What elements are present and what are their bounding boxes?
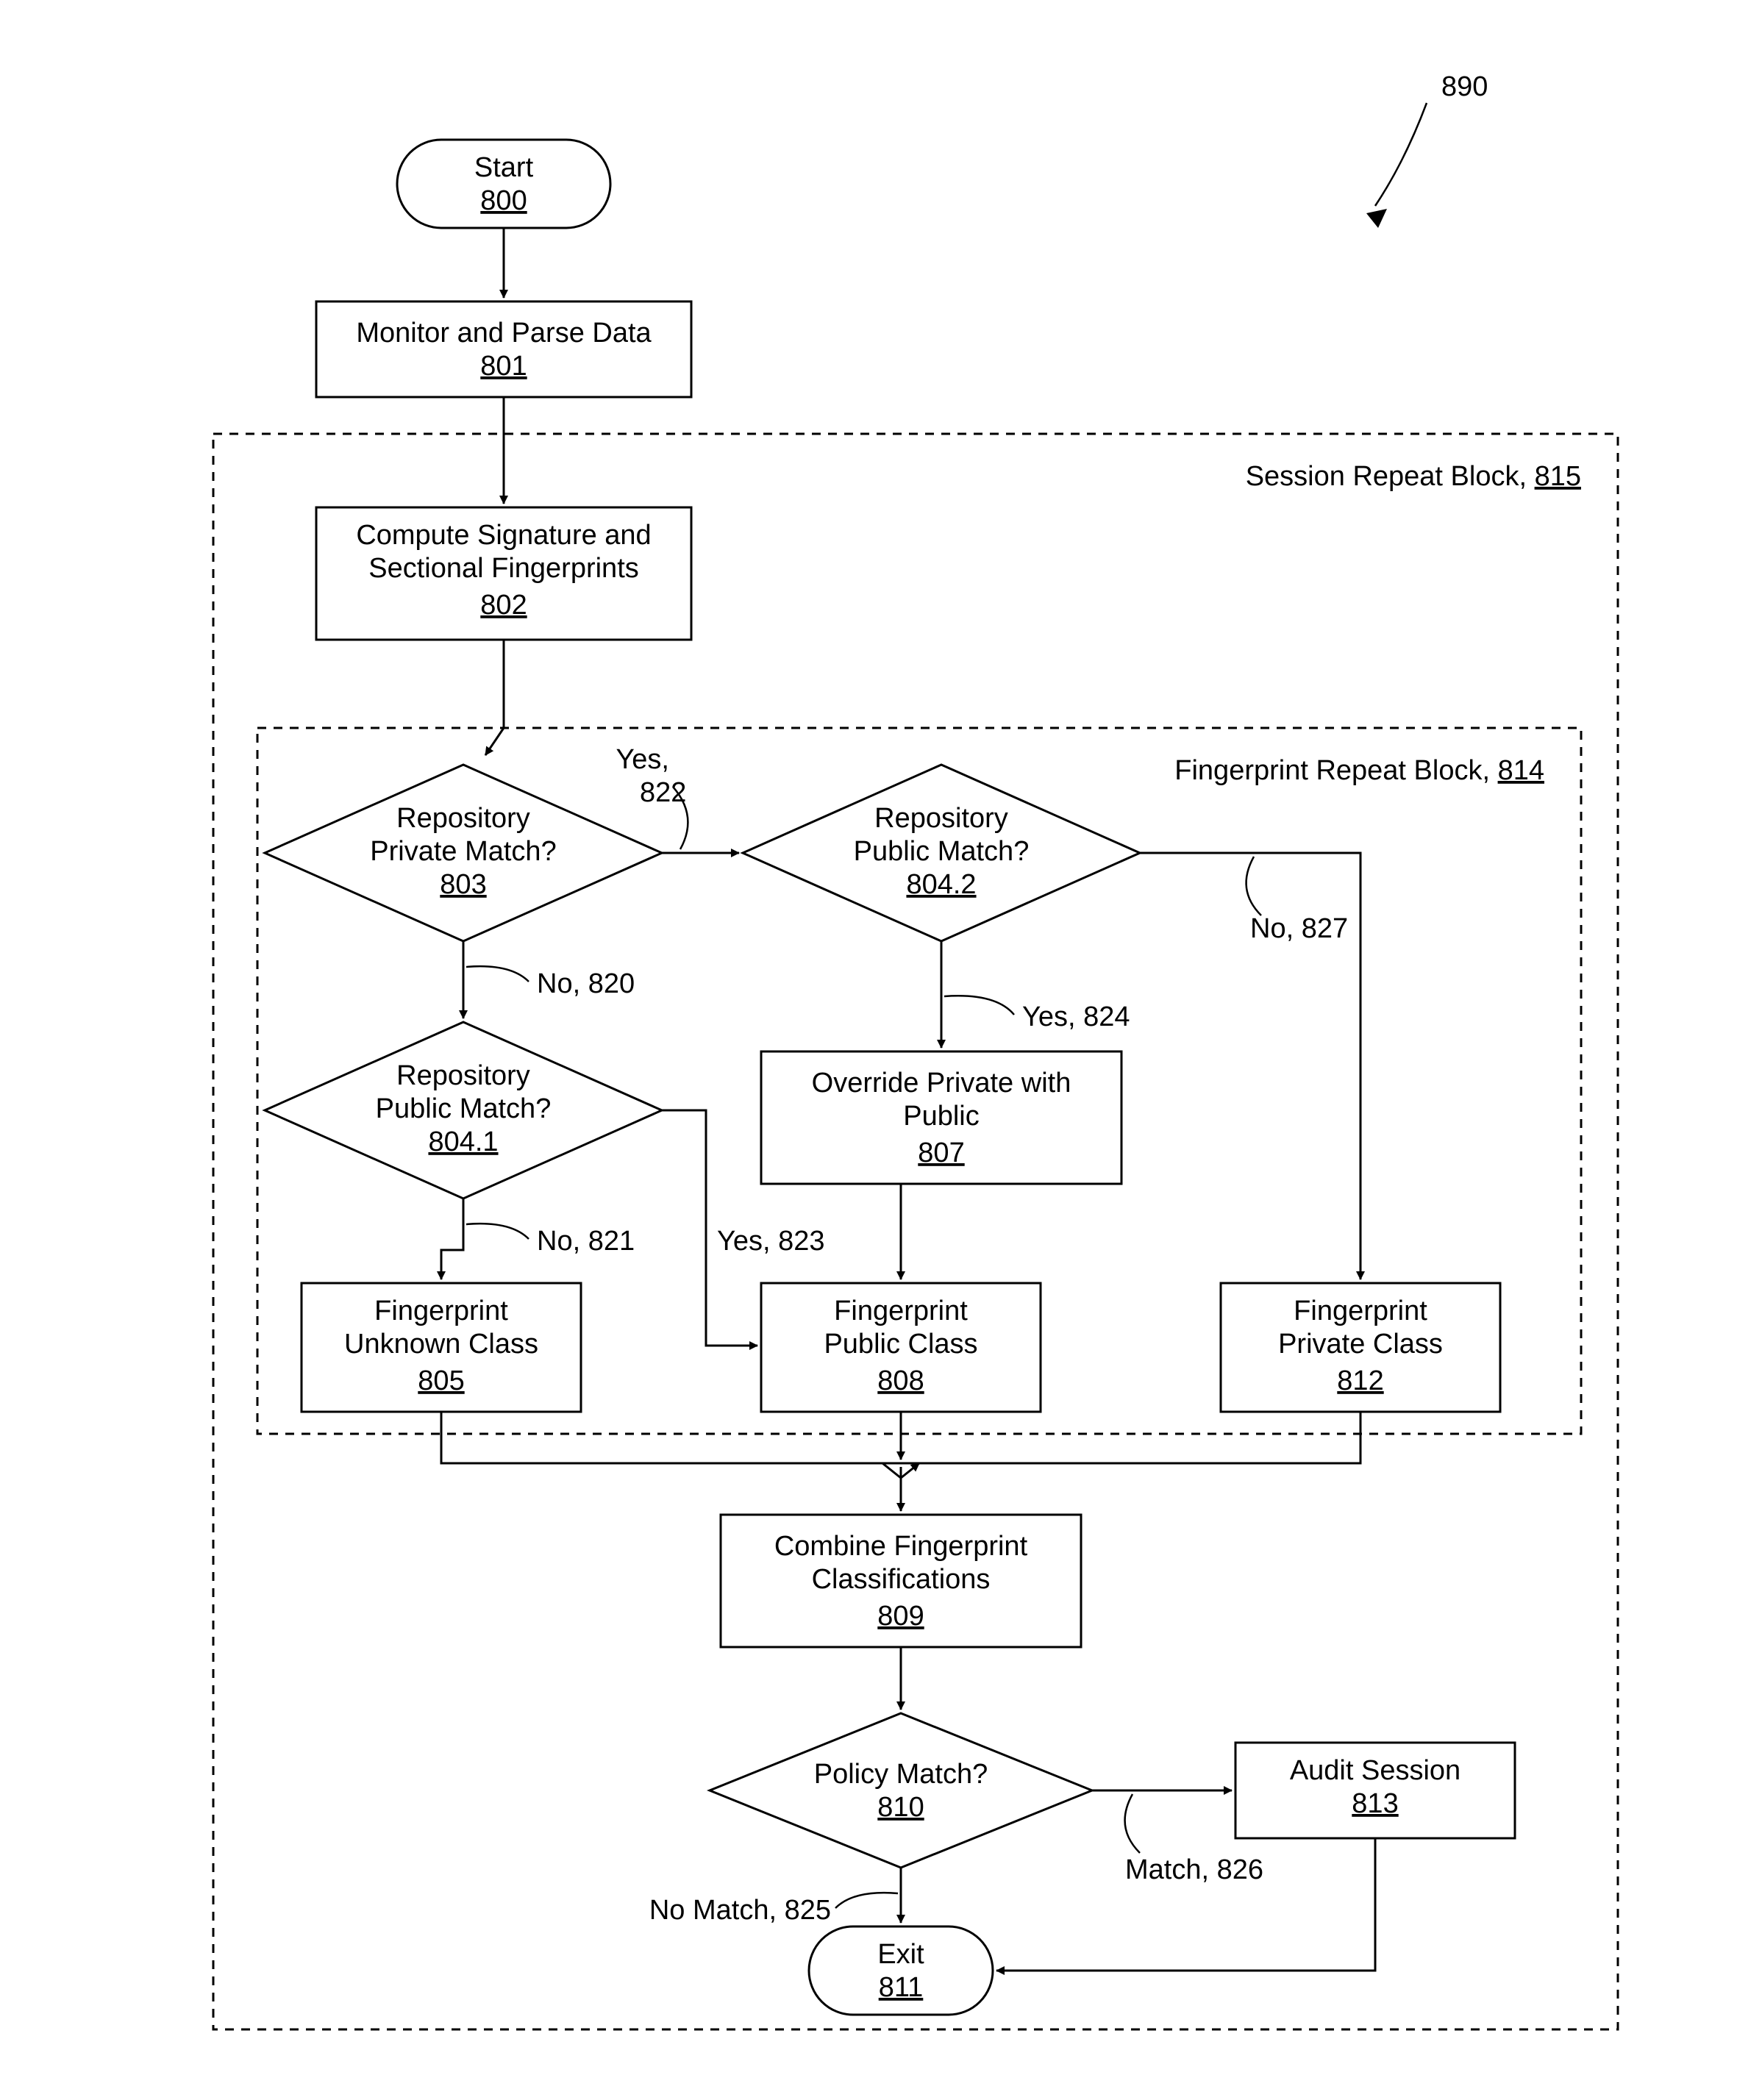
- start-label: Start: [474, 152, 534, 183]
- b805-ref: 805: [418, 1365, 464, 1396]
- exit-l: Exit: [877, 1939, 924, 1970]
- figure-reference: 890: [1366, 71, 1488, 228]
- exit-ref: 811: [879, 1972, 924, 2003]
- lead-824: [944, 996, 1014, 1015]
- b805-l2: Unknown Class: [344, 1329, 538, 1360]
- edge-8041-805: [441, 1199, 463, 1279]
- b812-l2: Private Class: [1278, 1329, 1443, 1360]
- d803-l1: Repository: [396, 803, 530, 834]
- lead-826: [1125, 1794, 1140, 1853]
- b809-ref: 809: [877, 1601, 924, 1632]
- lead-827: [1246, 857, 1261, 915]
- edge-826-label: Match, 826: [1125, 1854, 1263, 1885]
- lead-825: [835, 1893, 898, 1908]
- d8042-l1: Repository: [874, 803, 1008, 834]
- b812-ref: 812: [1337, 1365, 1383, 1396]
- b809-l1: Combine Fingerprint: [774, 1531, 1028, 1562]
- b808-l2: Public Class: [824, 1329, 977, 1360]
- d8041-l1: Repository: [396, 1060, 530, 1091]
- d8042-ref: 804.2: [906, 869, 976, 900]
- edge-802-803: [485, 640, 504, 755]
- compute-l2: Sectional Fingerprints: [368, 553, 639, 584]
- fingerprint-block-label: Fingerprint Repeat Block, 814: [1174, 755, 1544, 786]
- session-block-label: Session Repeat Block, 815: [1246, 461, 1581, 492]
- b805-l1: Fingerprint: [374, 1296, 508, 1326]
- edge-822-label: Yes,: [616, 744, 669, 775]
- compute-ref: 802: [480, 590, 527, 621]
- edge-827-label: No, 827: [1250, 913, 1348, 944]
- d8041-ref: 804.1: [428, 1126, 498, 1157]
- d810-node: [710, 1713, 1092, 1868]
- d8041-l2: Public Match?: [376, 1093, 552, 1124]
- edge-820-label: No, 820: [537, 968, 635, 999]
- edge-825-label: No Match, 825: [649, 1895, 831, 1926]
- monitor-node: [316, 301, 691, 397]
- edge-823-label: Yes, 823: [717, 1226, 825, 1257]
- b807-l1: Override Private with: [812, 1068, 1071, 1099]
- edge-821-label: No, 821: [537, 1226, 635, 1257]
- d803-ref: 803: [440, 869, 486, 900]
- b808-l1: Fingerprint: [834, 1296, 968, 1326]
- monitor-label: Monitor and Parse Data: [356, 318, 652, 349]
- d8042-l2: Public Match?: [854, 836, 1030, 867]
- lead-820: [466, 966, 529, 982]
- lead-821: [466, 1224, 529, 1239]
- b807-ref: 807: [918, 1138, 964, 1168]
- b807-l2: Public: [903, 1101, 980, 1132]
- d810-ref: 810: [877, 1792, 924, 1823]
- b813-ref: 813: [1352, 1788, 1398, 1819]
- d803-l2: Private Match?: [370, 836, 556, 867]
- b809-l2: Classifications: [812, 1564, 991, 1595]
- d810-l: Policy Match?: [814, 1759, 988, 1790]
- flowchart: 890 Session Repeat Block, 815 Fingerprin…: [0, 0, 1762, 2100]
- compute-l1: Compute Signature and: [356, 520, 651, 551]
- b812-l1: Fingerprint: [1294, 1296, 1427, 1326]
- monitor-ref: 801: [480, 351, 527, 382]
- figure-ref-label: 890: [1441, 71, 1488, 102]
- start-ref: 800: [480, 185, 527, 216]
- edge-824-label: Yes, 824: [1022, 1001, 1130, 1032]
- b813-l: Audit Session: [1290, 1755, 1460, 1786]
- edge-822-ref: 822: [640, 777, 686, 808]
- b808-ref: 808: [877, 1365, 924, 1396]
